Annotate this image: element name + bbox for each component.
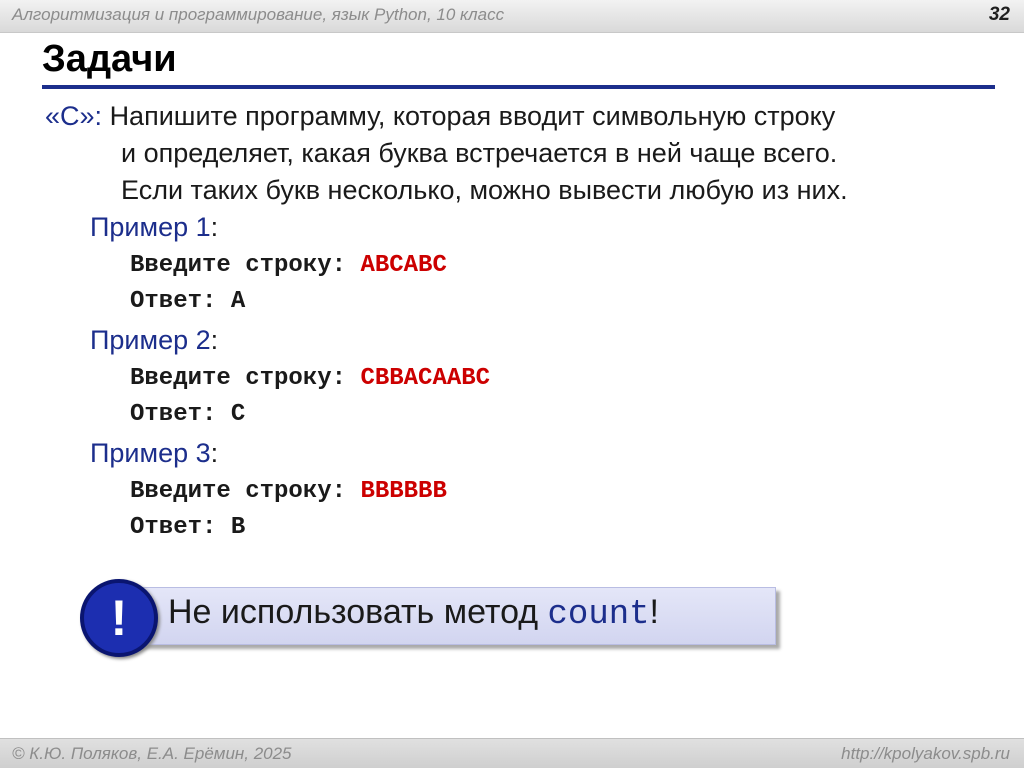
example-2-input-line: Введите строку: CBBACAABC: [130, 365, 490, 392]
example-3-colon: :: [210, 438, 219, 468]
task-line-2: и определяет, какая буква встречается в …: [121, 138, 838, 168]
example-1-input: ABCABC: [360, 252, 447, 279]
example-1-label: Пример 1: [90, 212, 211, 242]
note-code: count: [547, 596, 650, 634]
example-2-heading: Пример 2:: [90, 325, 218, 356]
example-3-answer: B: [230, 514, 246, 541]
example-3-heading: Пример 3:: [90, 438, 218, 469]
slide-number: 32: [988, 4, 1010, 25]
example-1-prompt: Введите строку:: [130, 252, 361, 279]
example-3-prompt: Введите строку:: [130, 478, 361, 505]
task-line-1: «C»: Напишите программу, которая вводит …: [45, 98, 995, 135]
example-2-answer: C: [230, 401, 246, 428]
example-2-answer-label: Ответ:: [130, 401, 231, 428]
exclamation-icon: !: [80, 579, 158, 657]
task-statement: «C»: Напишите программу, которая вводит …: [45, 98, 995, 209]
page-title: Задачи: [42, 38, 177, 80]
note-end: !: [649, 593, 659, 631]
example-3-answer-line: Ответ: B: [130, 514, 245, 541]
example-2-colon: :: [210, 325, 219, 355]
example-3-input-line: Введите строку: BBBBBB: [130, 478, 447, 505]
note-text: Не использовать метод count!: [168, 593, 659, 634]
title-underline: [42, 85, 995, 89]
example-3-label: Пример 3: [90, 438, 211, 468]
footer-url[interactable]: http://kpolyakov.spb.ru: [841, 744, 1010, 764]
example-3-input: BBBBBB: [360, 478, 447, 505]
note-message: Не использовать метод: [168, 593, 548, 631]
example-1-answer-label: Ответ:: [130, 288, 231, 315]
task-level: «C»:: [45, 101, 103, 131]
example-2-label: Пример 2: [90, 325, 211, 355]
task-text-1: Напишите программу, которая вводит симво…: [109, 101, 836, 131]
example-2-prompt: Введите строку:: [130, 365, 361, 392]
footer-authors: © К.Ю. Поляков, Е.А. Ерёмин, 2025: [12, 744, 292, 763]
example-1-answer: A: [230, 288, 246, 315]
slide-footer: © К.Ю. Поляков, Е.А. Ерёмин, 2025 http:/…: [0, 738, 1024, 768]
example-2-answer-line: Ответ: C: [130, 401, 245, 428]
example-1-heading: Пример 1:: [90, 212, 218, 243]
task-line-3: Если таких букв несколько, можно вывести…: [121, 175, 848, 205]
example-3-answer-label: Ответ:: [130, 514, 231, 541]
example-1-answer-line: Ответ: A: [130, 288, 245, 315]
course-title: Алгоритмизация и программирование, язык …: [12, 5, 505, 24]
example-2-input: CBBACAABC: [360, 365, 491, 392]
slide-header: Алгоритмизация и программирование, язык …: [0, 0, 1024, 33]
example-1-input-line: Введите строку: ABCABC: [130, 252, 447, 279]
example-1-colon: :: [210, 212, 219, 242]
